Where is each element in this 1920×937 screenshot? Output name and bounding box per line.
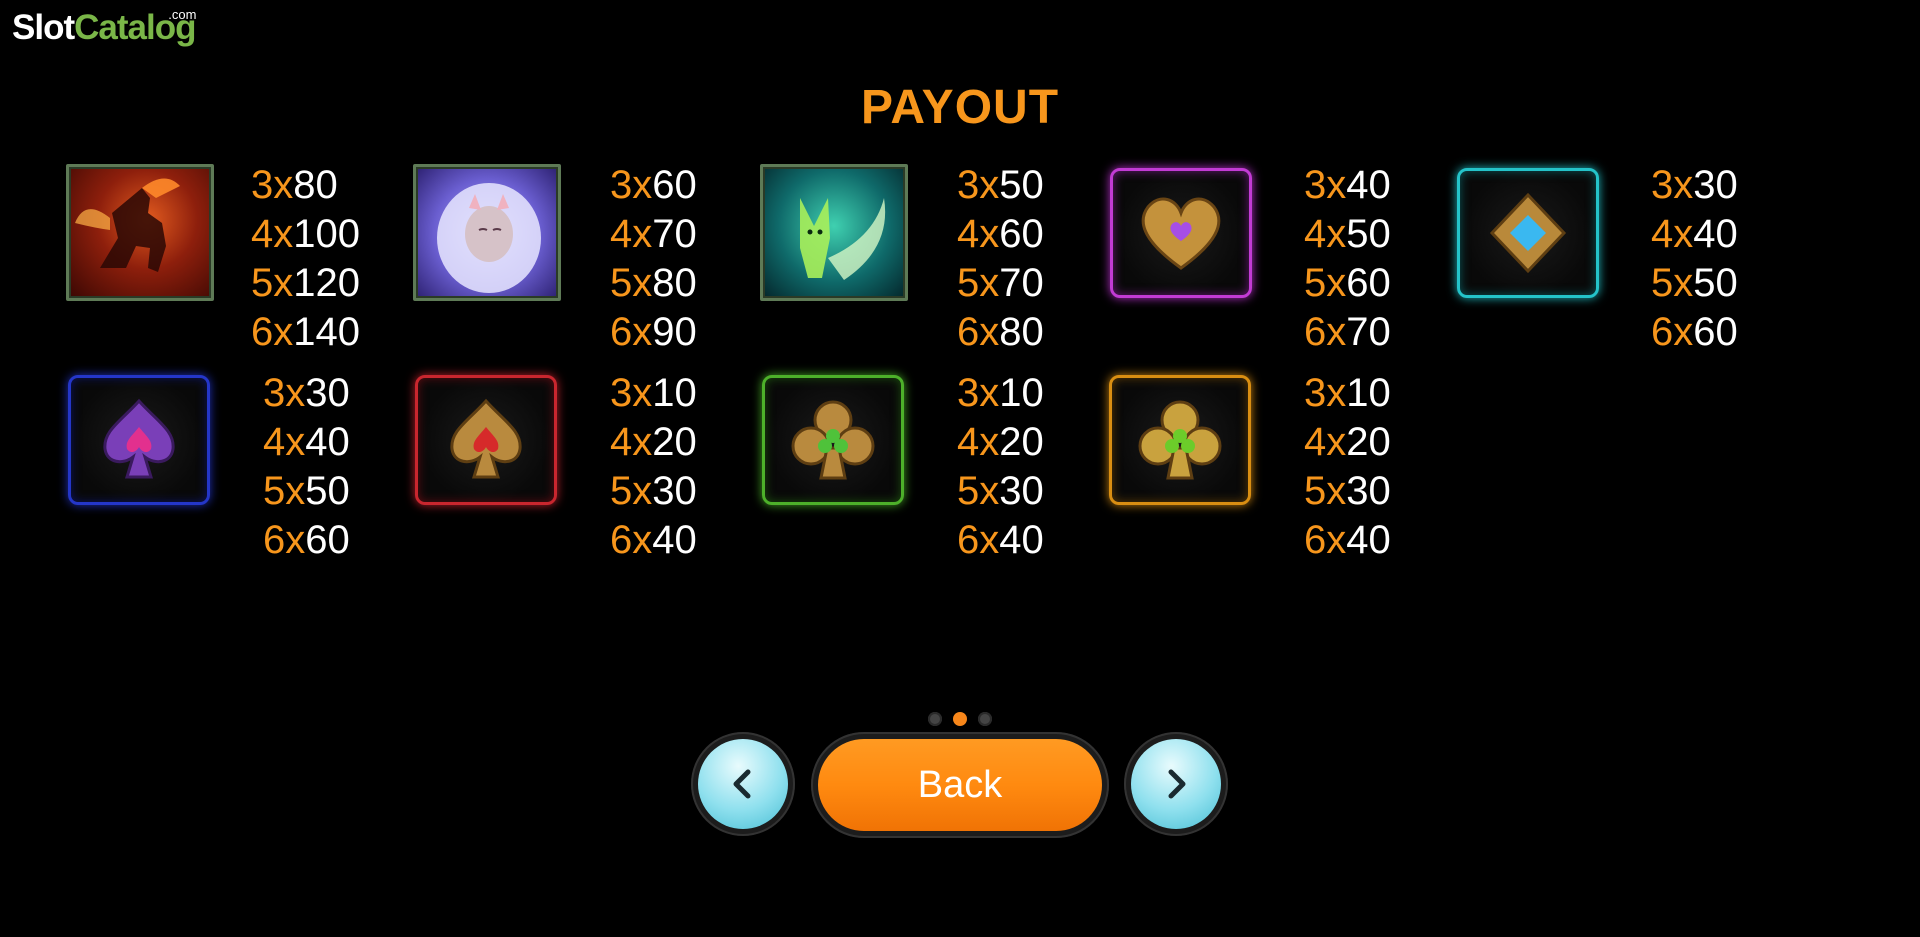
payout-row: 4x20	[610, 420, 697, 464]
payout-list: 3x30 4x40 5x50 6x60	[263, 369, 350, 565]
payout-row: 3x60	[610, 163, 697, 207]
payout-row: 6x40	[610, 518, 697, 562]
payout-row: 4x20	[957, 420, 1044, 464]
payout-row: 3x80	[251, 163, 338, 207]
payout-list: 3x50 4x60 5x70 6x80	[957, 161, 1044, 357]
payout-list: 3x10 4x20 5x30 6x40	[957, 369, 1044, 565]
payout-row: 6x60	[263, 518, 350, 562]
gold-spade-icon	[415, 375, 557, 505]
payout-row: 4x70	[610, 212, 697, 256]
payout-row: 6x40	[1304, 518, 1391, 562]
payout-row: 5x30	[610, 469, 697, 513]
page-title: PAYOUT	[860, 81, 1060, 134]
page-dot-active[interactable]	[953, 712, 967, 726]
payout-row: 4x40	[1651, 212, 1738, 256]
green-club-icon	[762, 375, 904, 505]
payout-row: 4x100	[251, 212, 360, 256]
payout-row: 6x140	[251, 310, 360, 354]
heart-icon	[1110, 168, 1252, 298]
back-button-frame: Back	[811, 732, 1109, 838]
payout-row: 5x50	[1651, 261, 1738, 305]
payout-row: 5x120	[251, 261, 360, 305]
payout-list: 3x30 4x40 5x50 6x60	[1651, 161, 1738, 357]
payout-row: 3x50	[957, 163, 1044, 207]
diamond-icon	[1457, 168, 1599, 298]
payout-list: 3x10 4x20 5x30 6x40	[1304, 369, 1391, 565]
chevron-left-icon	[733, 769, 751, 799]
payout-row: 6x90	[610, 310, 697, 354]
payout-row: 4x20	[1304, 420, 1391, 464]
green-fox-icon	[760, 164, 908, 301]
payout-row: 3x10	[610, 371, 697, 415]
payout-row: 6x60	[1651, 310, 1738, 354]
chevron-right-icon	[1168, 769, 1186, 799]
payout-row: 4x50	[1304, 212, 1391, 256]
payout-list: 3x60 4x70 5x80 6x90	[610, 161, 697, 357]
payout-row: 5x80	[610, 261, 697, 305]
payout-row: 3x10	[1304, 371, 1391, 415]
payout-row: 6x40	[957, 518, 1044, 562]
payout-row: 5x30	[1304, 469, 1391, 513]
payout-row: 5x30	[957, 469, 1044, 513]
payout-row: 3x10	[957, 371, 1044, 415]
page-dot[interactable]	[928, 712, 942, 726]
payout-row: 6x80	[957, 310, 1044, 354]
page-dot[interactable]	[978, 712, 992, 726]
payout-row: 3x30	[1651, 163, 1738, 207]
slotcatalog-logo: SlotCatalog .com	[12, 7, 197, 47]
payout-row: 6x70	[1304, 310, 1391, 354]
payout-list: 3x10 4x20 5x30 6x40	[610, 369, 697, 565]
payout-list: 3x80 4x100 5x120 6x140	[251, 161, 360, 357]
payout-row: 4x60	[957, 212, 1044, 256]
payout-row: 5x60	[1304, 261, 1391, 305]
back-button[interactable]: Back	[818, 739, 1102, 831]
prev-page-button[interactable]	[691, 732, 795, 836]
gold-club-icon	[1109, 375, 1251, 505]
purple-spade-icon	[68, 375, 210, 505]
payout-row: 5x70	[957, 261, 1044, 305]
next-page-button[interactable]	[1124, 732, 1228, 836]
white-lion-icon	[413, 164, 561, 301]
payout-row: 4x40	[263, 420, 350, 464]
page-indicator	[928, 712, 992, 726]
payout-list: 3x40 4x50 5x60 6x70	[1304, 161, 1391, 357]
payout-row: 3x40	[1304, 163, 1391, 207]
fire-pegasus-icon	[66, 164, 214, 301]
payout-row: 5x50	[263, 469, 350, 513]
payout-row: 3x30	[263, 371, 350, 415]
